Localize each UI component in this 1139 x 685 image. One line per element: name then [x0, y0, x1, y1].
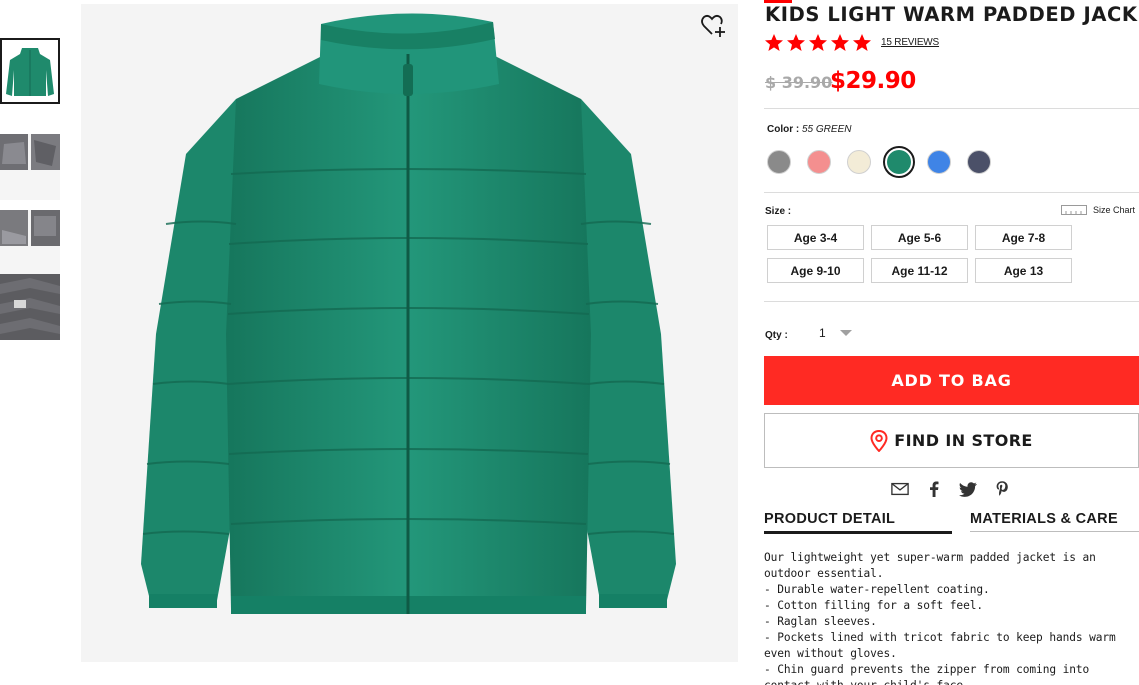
size-option[interactable]: Age 7-8 — [975, 225, 1072, 250]
star-icon — [765, 34, 783, 51]
color-swatch-cream[interactable] — [847, 150, 871, 174]
product-title: KIDS LIGHT WARM PADDED JACKET — [765, 3, 1139, 26]
size-option[interactable]: Age 9-10 — [767, 258, 864, 283]
size-option[interactable]: Age 5-6 — [871, 225, 968, 250]
divider — [764, 192, 1139, 193]
product-page: KIDS LIGHT WARM PADDED JACKET 15 REVIEWS… — [0, 0, 1139, 685]
product-description: Our lightweight yet super-warm padded ja… — [764, 550, 1138, 685]
facebook-icon[interactable] — [925, 480, 943, 498]
size-chart-label: Size Chart — [1093, 205, 1136, 215]
pinterest-icon[interactable] — [993, 480, 1011, 498]
find-in-store-button[interactable]: FIND IN STORE — [764, 413, 1139, 468]
color-label: Color : — [767, 124, 800, 135]
size-option[interactable]: Age 3-4 — [767, 225, 864, 250]
reviews-link[interactable]: 15 REVIEWS — [881, 37, 939, 48]
tab-product-detail[interactable]: PRODUCT DETAIL — [764, 511, 952, 534]
size-option[interactable]: Age 11-12 — [871, 258, 968, 283]
color-label-row: Color : 55 GREEN — [767, 124, 851, 135]
description-intro: Our lightweight yet super-warm padded ja… — [764, 551, 1096, 580]
find-in-store-label: FIND IN STORE — [894, 431, 1033, 450]
star-icon — [831, 34, 849, 51]
qty-label: Qty : — [765, 330, 788, 341]
thumbnail-detail-pocket[interactable] — [0, 210, 60, 276]
description-bullet: - Cotton filling for a soft feel. — [764, 599, 983, 612]
wishlist-heart-icon[interactable] — [700, 12, 728, 40]
add-to-bag-button[interactable]: ADD TO BAG — [764, 356, 1139, 405]
color-swatch-gray[interactable] — [767, 150, 791, 174]
ruler-icon — [1061, 205, 1087, 215]
star-icon — [787, 34, 805, 51]
location-pin-icon — [870, 429, 888, 452]
color-selected-name: 55 GREEN — [802, 124, 852, 135]
color-swatches — [767, 146, 991, 178]
size-options: Age 3-4 Age 5-6 Age 7-8 Age 9-10 Age 11-12 Ag… — [767, 225, 1072, 283]
product-info: KIDS LIGHT WARM PADDED JACKET 15 REVIEWS… — [764, 0, 1139, 685]
qty-value: 1 — [819, 326, 826, 340]
size-chart-link[interactable]: Size Chart — [1061, 205, 1135, 215]
description-bullet: - Pockets lined with tricot fabric to ke… — [764, 631, 1116, 660]
divider — [764, 108, 1139, 109]
color-swatch-blue[interactable] — [927, 150, 951, 174]
color-swatch-navy[interactable] — [967, 150, 991, 174]
description-bullet: - Raglan sleeves. — [764, 615, 877, 628]
divider — [764, 301, 1139, 302]
mail-icon[interactable] — [891, 480, 909, 498]
description-bullet: - Durable water-repellent coating. — [764, 583, 990, 596]
sale-price: $29.90 — [830, 68, 916, 94]
share-icons — [891, 480, 1011, 498]
color-swatch-green[interactable] — [883, 146, 915, 178]
thumbnail-front[interactable] — [0, 38, 60, 104]
thumbnail-detail-collar[interactable] — [0, 134, 60, 200]
original-price: $ 39.90 — [765, 73, 833, 92]
star-icon — [853, 34, 871, 51]
qty-select[interactable]: 1 — [819, 326, 869, 340]
tab-materials-care[interactable]: MATERIALS & CARE — [970, 511, 1139, 532]
color-swatch-pink[interactable] — [807, 150, 831, 174]
twitter-icon[interactable] — [959, 480, 977, 498]
product-image — [81, 4, 738, 662]
star-icon — [809, 34, 827, 51]
detail-tabs: PRODUCT DETAIL MATERIALS & CARE — [764, 511, 1139, 534]
rating-stars — [764, 33, 872, 53]
chevron-down-icon — [839, 329, 852, 336]
description-bullet: - Chin guard prevents the zipper from co… — [764, 663, 1090, 685]
size-label: Size : — [765, 206, 792, 217]
size-option[interactable]: Age 13 — [975, 258, 1072, 283]
thumbnail-detail-lining[interactable] — [0, 274, 60, 340]
